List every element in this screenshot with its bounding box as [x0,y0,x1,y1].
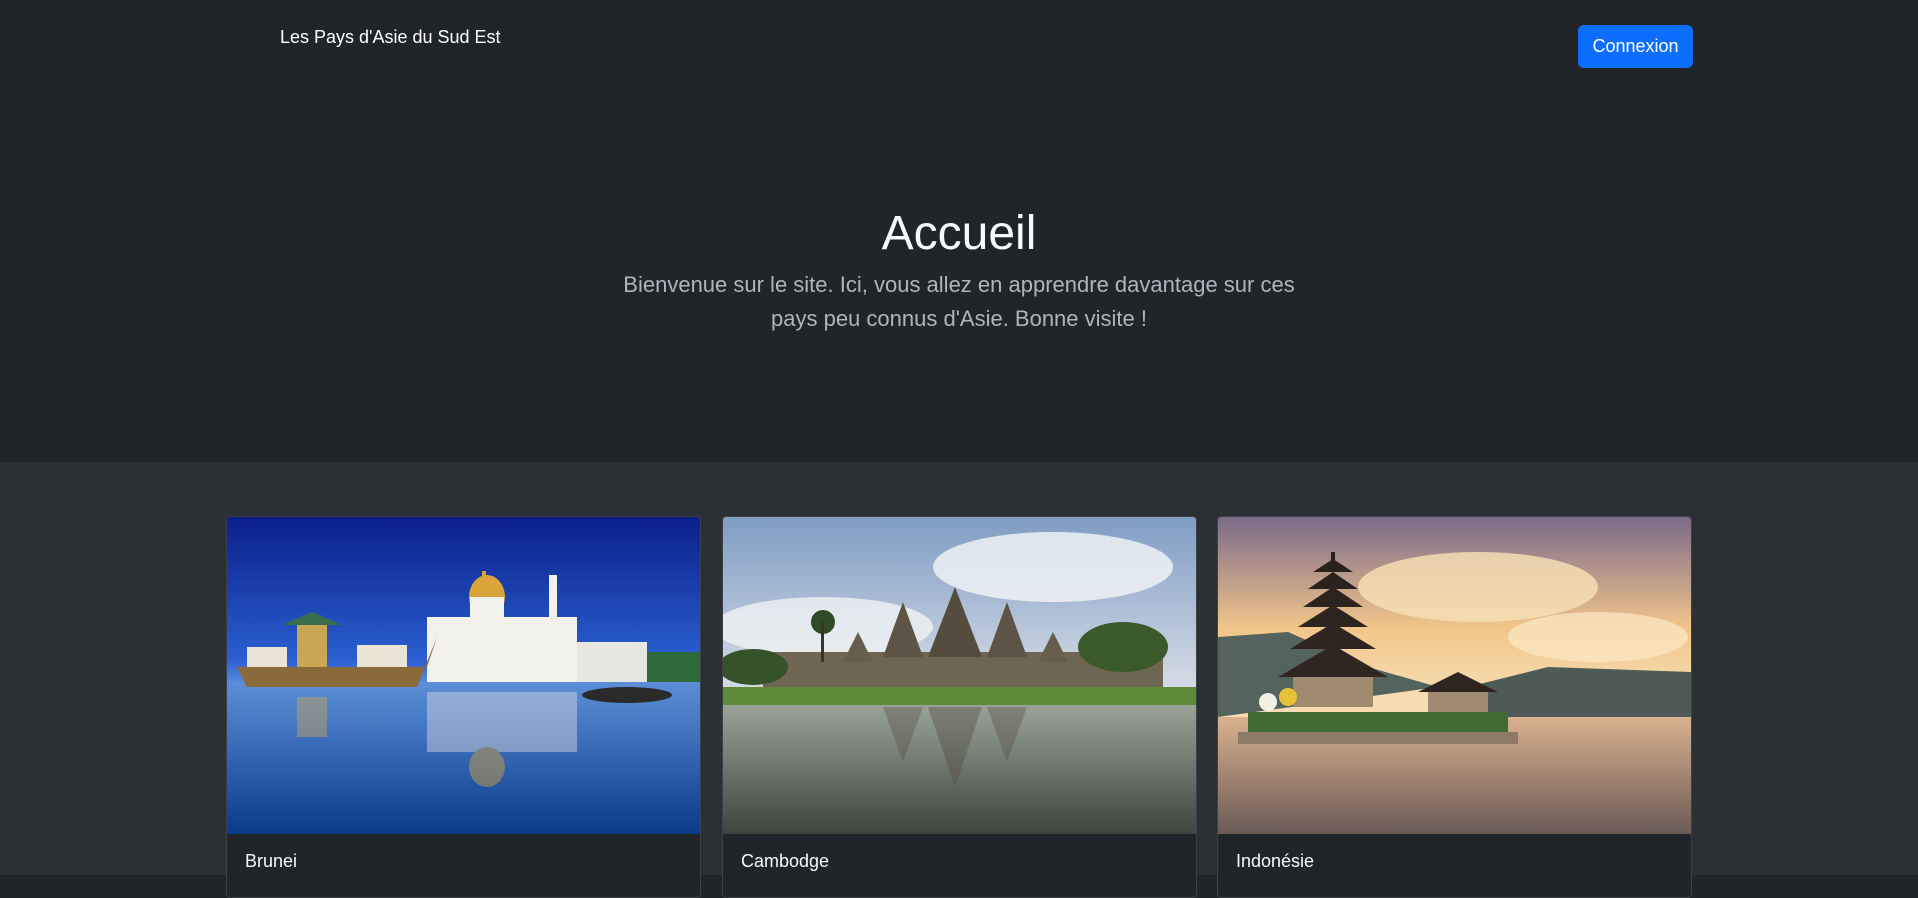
login-button[interactable]: Connexion [1578,25,1693,68]
navbar: Les Pays d'Asie du Sud Est Connexion [0,0,1918,90]
country-album: Brunei Cambodge Indonésie [0,462,1918,898]
hero-lead-text: Bienvenue sur le site. Ici, vous allez e… [623,272,1295,331]
country-card-brunei[interactable]: Brunei [226,516,701,898]
brand-link[interactable]: Les Pays d'Asie du Sud Est [280,27,501,48]
cambodge-image [723,517,1196,834]
card-title: Indonésie [1236,851,1315,871]
indonesie-image [1218,517,1691,834]
card-title: Cambodge [741,851,830,871]
card-title: Brunei [245,851,298,871]
country-card-indonesie[interactable]: Indonésie [1217,516,1692,898]
country-card-cambodge[interactable]: Cambodge [722,516,1197,898]
hero-section: Accueil Bienvenue sur le site. Ici, vous… [0,90,1918,462]
page-title: Accueil [881,207,1037,260]
brunei-image [227,517,700,834]
